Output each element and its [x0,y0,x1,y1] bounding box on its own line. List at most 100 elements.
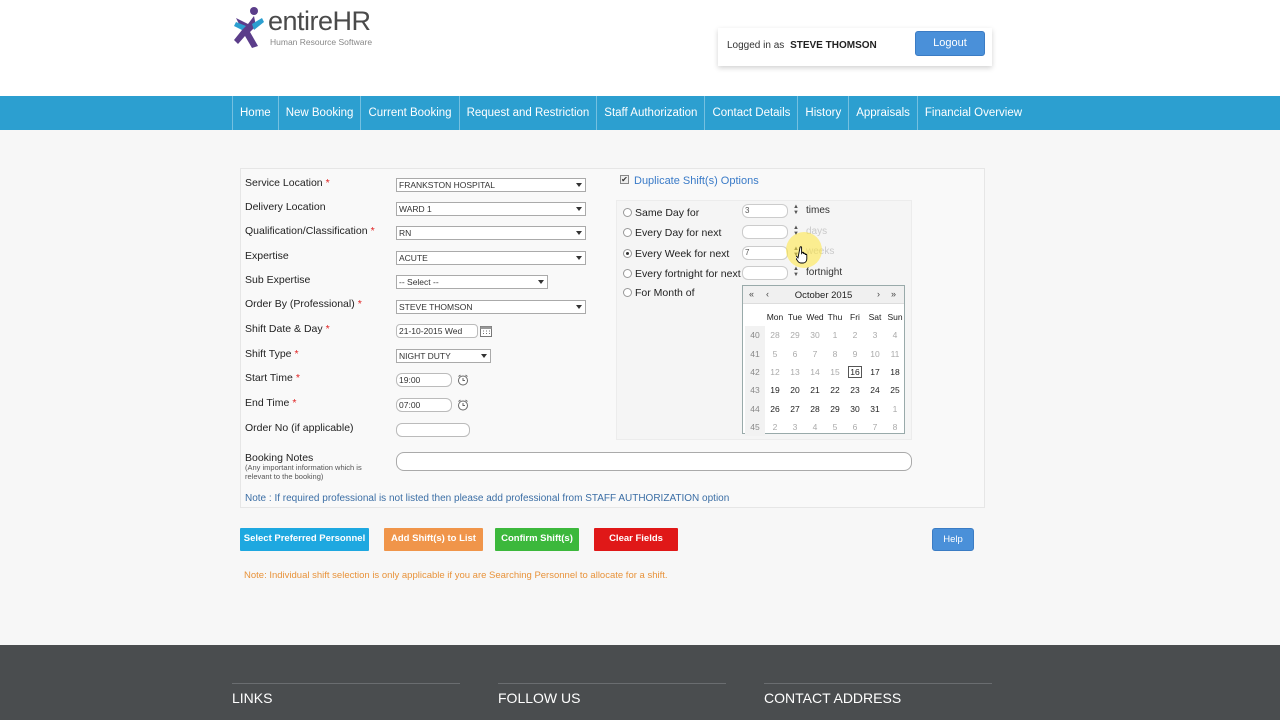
calendar-day[interactable]: 23 [845,381,865,399]
calendar-day[interactable]: 5 [765,345,785,363]
delivery-location-select[interactable]: WARD 1 [396,202,586,216]
start-time-input[interactable]: 19:00 [396,373,452,387]
calendar-day[interactable]: 28 [765,326,785,344]
calendar-day[interactable]: 13 [785,363,805,381]
duplicate-shifts-checkbox[interactable]: ✔ [620,175,629,184]
same-day-spinner[interactable]: ▲ ▼ [792,204,800,218]
calendar-day[interactable]: 6 [785,345,805,363]
calendar-day[interactable]: 24 [865,381,885,399]
login-status: Logged in as STEVE THOMSON [727,40,877,51]
clear-fields-button[interactable]: Clear Fields [594,528,678,551]
order-no-input[interactable] [396,423,470,437]
calendar-day[interactable]: 3 [865,326,885,344]
sub-expertise-select[interactable]: -- Select -- [396,275,548,289]
confirm-shifts-button[interactable]: Confirm Shift(s) [495,528,579,551]
clock-icon[interactable] [457,399,469,411]
calendar-day[interactable]: 21 [805,381,825,399]
qualification-select[interactable]: RN [396,226,586,240]
calendar-day[interactable]: 4 [885,326,905,344]
footer: LINKS FOLLOW US CONTACT ADDRESS [0,645,1280,720]
same-day-radio[interactable] [623,208,632,217]
calendar-day[interactable]: 7 [865,418,885,436]
delivery-location-label: Delivery Location [245,201,326,213]
calendar-day[interactable]: 30 [845,399,865,417]
chevron-down-icon [576,231,582,235]
next-month-icon[interactable]: › [877,289,880,299]
calendar-day[interactable]: 12 [765,363,785,381]
calendar-icon[interactable] [480,325,492,337]
nav-new-booking[interactable]: New Booking [277,96,361,130]
calendar-day[interactable]: 19 [765,381,785,399]
every-fortnight-spinner[interactable]: ▲ ▼ [792,266,800,280]
calendar-day[interactable]: 18 [885,363,905,381]
every-week-radio[interactable] [623,249,632,258]
expertise-select[interactable]: ACUTE [396,251,586,265]
nav-contact-details[interactable]: Contact Details [704,96,797,130]
logo[interactable]: entireHR Human Resource Software [232,4,392,52]
booking-notes-input[interactable] [396,452,912,471]
duplicate-shifts-label[interactable]: Duplicate Shift(s) Options [634,175,759,187]
every-day-input[interactable] [742,225,788,239]
nav-request-restriction[interactable]: Request and Restriction [458,96,597,130]
calendar-day[interactable]: 11 [885,345,905,363]
logout-button[interactable]: Logout [915,31,985,56]
calendar-day[interactable]: 5 [825,418,845,436]
nav-staff-authorization[interactable]: Staff Authorization [596,96,704,130]
calendar-day[interactable]: 29 [785,326,805,344]
calendar-day[interactable]: 20 [785,381,805,399]
nav-history[interactable]: History [797,96,848,130]
calendar-day[interactable]: 10 [865,345,885,363]
calendar-day[interactable]: 1 [885,399,905,417]
shift-type-select[interactable]: NIGHT DUTY [396,349,491,363]
week-number: 40 [745,326,765,345]
main-nav: Home New Booking Current Booking Request… [232,96,1029,130]
calendar-day[interactable]: 25 [885,381,905,399]
user-name: STEVE THOMSON [790,40,877,51]
every-day-radio[interactable] [623,228,632,237]
calendar-day[interactable]: 8 [885,418,905,436]
clock-icon[interactable] [457,374,469,386]
add-shifts-button[interactable]: Add Shift(s) to List [384,528,483,551]
week-number: 44 [745,399,765,418]
every-fortnight-radio[interactable] [623,269,632,278]
select-preferred-personnel-button[interactable]: Select Preferred Personnel [240,528,369,551]
calendar-day[interactable]: 2 [845,326,865,344]
nav-home[interactable]: Home [232,96,278,130]
calendar-day[interactable]: 4 [805,418,825,436]
calendar-day[interactable]: 3 [785,418,805,436]
weekday-header: Wed [806,312,824,323]
calendar-day-today[interactable]: 16 [845,363,865,381]
calendar-day[interactable]: 30 [805,326,825,344]
weekday-header: Sun [887,312,903,323]
nav-appraisals[interactable]: Appraisals [848,96,917,130]
service-location-select[interactable]: FRANKSTON HOSPITAL [396,178,586,192]
calendar-day[interactable]: 28 [805,399,825,417]
calendar-day[interactable]: 9 [845,345,865,363]
nav-current-booking[interactable]: Current Booking [360,96,458,130]
order-by-select[interactable]: STEVE THOMSON [396,300,586,314]
every-fortnight-input[interactable] [742,266,788,280]
calendar-day[interactable]: 17 [865,363,885,381]
calendar-day[interactable]: 22 [825,381,845,399]
service-location-label: Service Location * [245,177,330,189]
calendar-day[interactable]: 27 [785,399,805,417]
every-week-input[interactable]: 7 [742,246,788,260]
shift-date-input[interactable]: 21-10-2015 Wed [396,324,478,338]
calendar-day[interactable]: 1 [825,326,845,344]
calendar-day[interactable]: 2 [765,418,785,436]
nav-financial-overview[interactable]: Financial Overview [916,96,1029,130]
end-time-input[interactable]: 07:00 [396,398,452,412]
same-day-input[interactable]: 3 [742,204,788,218]
calendar-day[interactable]: 14 [805,363,825,381]
help-button[interactable]: Help [932,528,974,551]
calendar-day[interactable]: 7 [805,345,825,363]
staff-authorization-note: Note : If required professional is not l… [245,493,730,504]
next-year-icon[interactable]: » [891,289,896,299]
calendar-day[interactable]: 31 [865,399,885,417]
calendar-day[interactable]: 26 [765,399,785,417]
calendar-day[interactable]: 15 [825,363,845,381]
calendar-day[interactable]: 8 [825,345,845,363]
month-of-radio[interactable] [623,288,632,297]
calendar-day[interactable]: 6 [845,418,865,436]
calendar-day[interactable]: 29 [825,399,845,417]
